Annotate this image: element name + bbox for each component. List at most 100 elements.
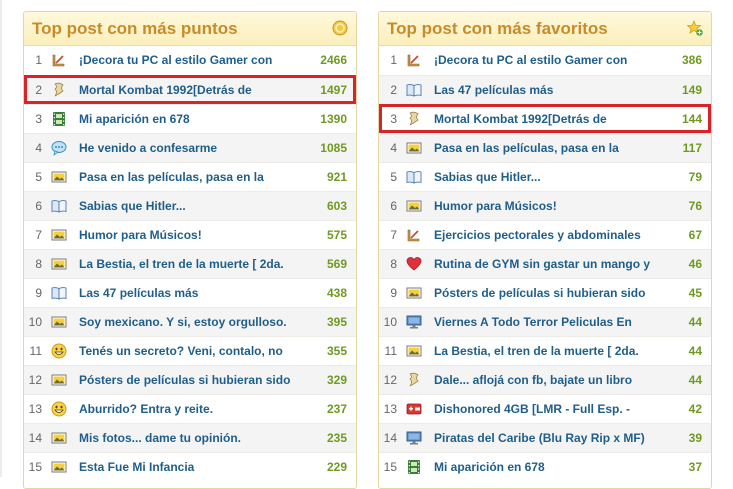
rank-number: 5 [390,170,397,184]
post-link[interactable]: Pasa en las películas, pasa en la [79,170,299,184]
points-count: 42 [688,402,702,416]
parchment-icon [51,82,67,98]
top-favorites-row: 11 La Bestia, el tren de la muerte [ 2da.… [379,336,711,365]
post-link[interactable]: Humor para Músicos! [79,228,299,242]
top-points-panel: Top post con más puntos 1 ¡Decora tu PC a… [23,11,357,489]
rank-number: 15 [28,460,42,474]
rank-number: 6 [35,199,42,213]
post-link[interactable]: Soy mexicano. Y si, estoy orgulloso. [79,315,299,329]
image-icon [406,140,422,156]
post-link[interactable]: Mortal Kombat 1992[Detrás de [434,112,654,126]
post-link[interactable]: Esta Fue Mi Infancia [79,460,299,474]
points-count: 76 [688,199,702,213]
top-points-row: 1 ¡Decora tu PC al estilo Gamer con 2466 [24,46,356,75]
rank-number: 14 [383,431,397,445]
rank-number: 8 [35,257,42,271]
ruler-icon [406,227,422,243]
points-count: 569 [326,257,347,271]
top-favorites-row: 14 Piratas del Caribe (Blu Ray Rip x MF) 3… [379,423,711,452]
top-points-row: 8 La Bestia, el tren de la muerte [ 2da. 5… [24,249,356,278]
points-count: 2466 [320,53,347,67]
top-points-row: 12 Pósters de películas si hubieran sido 3… [24,365,356,394]
post-link[interactable]: ¡Decora tu PC al estilo Gamer con [434,53,654,67]
post-link[interactable]: Piratas del Caribe (Blu Ray Rip x MF) [434,431,654,445]
post-link[interactable]: Dale... aflojá con fb, bajate un libro [434,373,654,387]
post-link[interactable]: Las 47 películas más [79,286,299,300]
top-favorites-row: 5 Sabias que Hitler... 79 [379,162,711,191]
post-link[interactable]: Pósters de películas si hubieran sido [79,373,299,387]
rank-number: 3 [390,112,397,126]
book-icon [51,198,67,214]
top-points-title: Top post con más puntos [32,19,238,38]
post-link[interactable]: Mis fotos... dame tu opinión. [79,431,299,445]
top-favorites-row: 13 Dishonored 4GB [LMR - Full Esp. - 42 [379,394,711,423]
points-count: 438 [326,286,347,300]
top-points-row: 4 He venido a confesarme 1085 [24,133,356,162]
image-icon [51,459,67,475]
book-icon [406,82,422,98]
top-points-row: 3 Mi aparición en 678 1390 [24,104,356,133]
smiley-icon [51,401,67,417]
post-link[interactable]: Sabias que Hitler... [79,199,299,213]
post-link[interactable]: Dishonored 4GB [LMR - Full Esp. - [434,402,654,416]
post-link[interactable]: Pasa en las películas, pasa en la [434,141,654,155]
rank-number: 1 [35,53,42,67]
top-points-row: 13 Aburrido? Entra y reite. 237 [24,394,356,423]
points-count: 44 [688,344,702,358]
points-count: 149 [681,83,702,97]
top-favorites-row: 6 Humor para Músicos! 76 [379,191,711,220]
post-link[interactable]: Sabias que Hitler... [434,170,654,184]
top-points-header: Top post con más puntos [24,12,356,46]
post-link[interactable]: Mi aparición en 678 [434,460,654,474]
post-link[interactable]: Aburrido? Entra y reite. [79,402,299,416]
post-link[interactable]: Tenés un secreto? Veni, contalo, no [79,344,299,358]
rank-number: 11 [29,344,42,358]
post-link[interactable]: Mi aparición en 678 [79,112,299,126]
rank-number: 1 [390,53,397,67]
rank-number: 11 [384,344,397,358]
rank-number: 4 [35,141,42,155]
ruler-icon [406,52,422,68]
top-points-row: 5 Pasa en las películas, pasa en la 921 [24,162,356,191]
post-link[interactable]: Ejercicios pectorales y abdominales [434,228,654,242]
rank-number: 15 [383,460,397,474]
image-icon [406,198,422,214]
post-link[interactable]: Rutina de GYM sin gastar un mango y [434,257,654,271]
points-count: 37 [688,460,702,474]
top-points-row: 11 Tenés un secreto? Veni, contalo, no 355 [24,336,356,365]
rank-number: 3 [35,112,42,126]
post-link[interactable]: Pósters de películas si hubieran sido [434,286,654,300]
points-count: 355 [326,344,347,358]
post-link[interactable]: Mortal Kombat 1992[Detrás de [79,83,299,97]
ruler-icon [51,52,67,68]
image-icon [51,430,67,446]
post-link[interactable]: Viernes A Todo Terror Peliculas En [434,315,654,329]
top-favorites-row: 7 Ejercicios pectorales y abdominales 67 [379,220,711,249]
rank-number: 4 [390,141,397,155]
post-link[interactable]: La Bestia, el tren de la muerte [ 2da. [79,257,299,271]
top-favorites-list: 1 ¡Decora tu PC al estilo Gamer con 386 2 La… [379,46,711,481]
post-link[interactable]: La Bestia, el tren de la muerte [ 2da. [434,344,654,358]
rank-number: 8 [390,257,397,271]
post-link[interactable]: He venido a confesarme [79,141,299,155]
post-link[interactable]: Las 47 películas más [434,83,654,97]
gamepad-icon [406,401,422,417]
top-favorites-row: 4 Pasa en las películas, pasa en la 117 [379,133,711,162]
star-plus-icon [686,19,703,36]
top-favorites-row: 2 Las 47 películas más 149 [379,75,711,104]
post-link[interactable]: Humor para Músicos! [434,199,654,213]
top-favorites-header: Top post con más favoritos [379,12,711,46]
points-count: 1085 [320,141,347,155]
book-icon [406,169,422,185]
post-link[interactable]: ¡Decora tu PC al estilo Gamer con [79,53,299,67]
points-count: 44 [688,373,702,387]
rank-number: 13 [383,402,397,416]
points-count: 229 [326,460,347,474]
points-count: 144 [681,112,702,126]
coin-icon [332,20,348,36]
rank-number: 13 [28,402,42,416]
image-icon [51,169,67,185]
rank-number: 2 [390,83,397,97]
rank-number: 7 [35,228,42,242]
top-favorites-panel: Top post con más favoritos 1 ¡Decora tu P… [378,11,712,489]
